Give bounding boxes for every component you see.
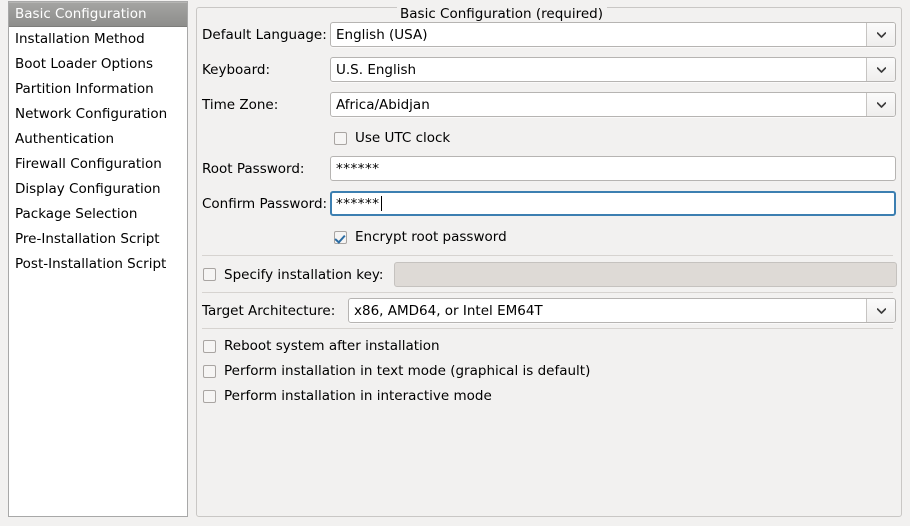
default-language-value: English (USA) (331, 23, 866, 46)
keyboard-value: U.S. English (331, 58, 866, 81)
text-mode-installation-checkbox-row[interactable]: Perform installation in text mode (graph… (203, 363, 590, 379)
keyboard-row: Keyboard: U.S. English (202, 57, 898, 82)
time-zone-row: Time Zone: Africa/Abidjan (202, 92, 898, 117)
sidebar-item-installation-method[interactable]: Installation Method (9, 27, 187, 52)
sidebar-item-firewall-configuration[interactable]: Firewall Configuration (9, 152, 187, 177)
root-password-row: Root Password: ****** (202, 156, 898, 181)
chevron-down-icon[interactable] (866, 93, 895, 116)
time-zone-label: Time Zone: (202, 97, 330, 113)
sidebar-item-partition-information[interactable]: Partition Information (9, 77, 187, 102)
sidebar-item-display-configuration[interactable]: Display Configuration (9, 177, 187, 202)
sidebar-item-label: Post-Installation Script (15, 256, 166, 272)
sidebar-item-network-configuration[interactable]: Network Configuration (9, 102, 187, 127)
interactive-mode-installation-checkbox-row[interactable]: Perform installation in interactive mode (203, 388, 492, 404)
basic-configuration-panel: Default Language: English (USA) Keyboard… (196, 7, 902, 517)
default-language-dropdown[interactable]: English (USA) (330, 22, 896, 47)
sidebar-item-label: Basic Configuration (15, 6, 147, 22)
keyboard-label: Keyboard: (202, 62, 330, 78)
target-architecture-value: x86, AMD64, or Intel EM64T (349, 299, 866, 322)
sidebar-item-label: Firewall Configuration (15, 156, 162, 172)
sidebar-item-pre-installation-script[interactable]: Pre-Installation Script (9, 227, 187, 252)
sidebar-item-post-installation-script[interactable]: Post-Installation Script (9, 252, 187, 277)
sidebar-item-package-selection[interactable]: Package Selection (9, 202, 187, 227)
separator-bottom (202, 328, 893, 329)
encrypt-root-password-checkbox[interactable] (334, 231, 347, 244)
specify-installation-key-row: Specify installation key: (203, 262, 898, 287)
keyboard-dropdown[interactable]: U.S. English (330, 57, 896, 82)
chevron-down-icon[interactable] (866, 58, 895, 81)
encrypt-root-password-label: Encrypt root password (355, 229, 507, 245)
confirm-password-row: Confirm Password: ****** (202, 191, 898, 216)
encrypt-root-password-checkbox-row[interactable]: Encrypt root password (334, 229, 507, 245)
separator-top (202, 255, 893, 256)
sidebar-item-label: Installation Method (15, 31, 145, 47)
use-utc-clock-checkbox[interactable] (334, 132, 347, 145)
sidebar-item-label: Boot Loader Options (15, 56, 153, 72)
sidebar-item-label: Authentication (15, 131, 114, 147)
confirm-password-label: Confirm Password: (202, 196, 330, 212)
target-architecture-row: Target Architecture: x86, AMD64, or Inte… (202, 298, 898, 323)
reboot-after-installation-label: Reboot system after installation (224, 338, 440, 354)
text-cursor (381, 196, 382, 211)
use-utc-clock-label: Use UTC clock (355, 130, 450, 146)
reboot-after-installation-checkbox[interactable] (203, 340, 216, 353)
sidebar-item-boot-loader-options[interactable]: Boot Loader Options (9, 52, 187, 77)
specify-installation-key-checkbox[interactable] (203, 268, 216, 281)
confirm-password-input[interactable]: ****** (330, 191, 896, 216)
time-zone-value: Africa/Abidjan (331, 93, 866, 116)
reboot-after-installation-checkbox-row[interactable]: Reboot system after installation (203, 338, 440, 354)
sidebar-item-label: Display Configuration (15, 181, 161, 197)
separator-middle (202, 292, 893, 293)
sidebar-item-label: Partition Information (15, 81, 154, 97)
root-password-input[interactable]: ****** (330, 156, 896, 181)
chevron-down-icon[interactable] (866, 299, 895, 322)
default-language-row: Default Language: English (USA) (202, 22, 898, 47)
sidebar-category-list[interactable]: Basic Configuration Installation Method … (8, 1, 188, 517)
installation-key-input (394, 262, 897, 287)
sidebar-item-authentication[interactable]: Authentication (9, 127, 187, 152)
text-mode-installation-checkbox[interactable] (203, 365, 216, 378)
kickstart-configurator-window: Basic Configuration Installation Method … (0, 0, 910, 526)
target-architecture-label: Target Architecture: (202, 303, 348, 319)
chevron-down-icon[interactable] (866, 23, 895, 46)
text-mode-installation-label: Perform installation in text mode (graph… (224, 363, 590, 379)
root-password-value: ****** (336, 161, 380, 177)
use-utc-clock-checkbox-row[interactable]: Use UTC clock (334, 130, 450, 146)
sidebar-item-basic-configuration[interactable]: Basic Configuration (9, 2, 187, 27)
sidebar-item-label: Pre-Installation Script (15, 231, 160, 247)
panel-legend: Basic Configuration (required) (397, 7, 607, 22)
confirm-password-value: ****** (336, 196, 380, 212)
root-password-label: Root Password: (202, 161, 330, 177)
default-language-label: Default Language: (202, 27, 330, 43)
time-zone-dropdown[interactable]: Africa/Abidjan (330, 92, 896, 117)
target-architecture-dropdown[interactable]: x86, AMD64, or Intel EM64T (348, 298, 896, 323)
interactive-mode-installation-checkbox[interactable] (203, 390, 216, 403)
specify-installation-key-label: Specify installation key: (224, 267, 394, 283)
sidebar-item-label: Package Selection (15, 206, 137, 222)
interactive-mode-installation-label: Perform installation in interactive mode (224, 388, 492, 404)
sidebar-item-label: Network Configuration (15, 106, 167, 122)
